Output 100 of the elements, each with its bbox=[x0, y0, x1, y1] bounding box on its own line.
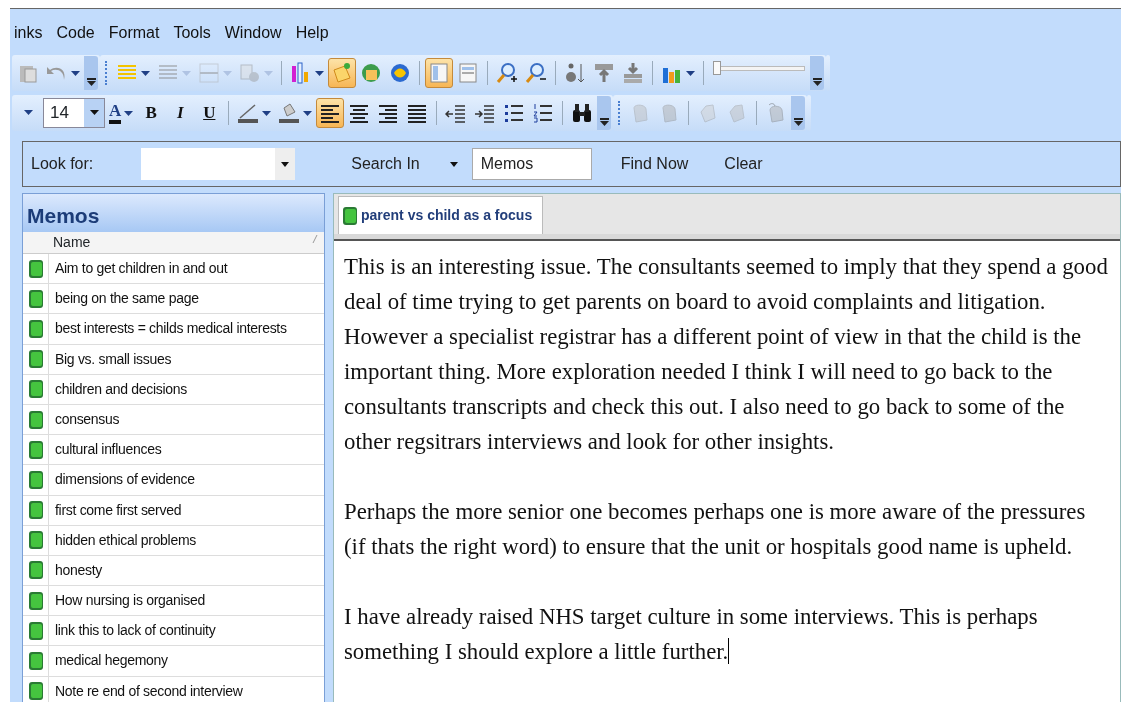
caret-icon bbox=[23, 110, 33, 116]
memo-icon bbox=[28, 682, 43, 701]
memo-link-icon bbox=[360, 62, 382, 84]
overflow-icon bbox=[793, 118, 803, 126]
pane-icon bbox=[428, 62, 450, 84]
memo-list-item[interactable]: hidden ethical problems bbox=[23, 525, 324, 556]
caret-icon bbox=[303, 111, 313, 118]
zoom-in-icon bbox=[496, 62, 518, 84]
document-tab[interactable]: parent vs child as a focus bbox=[338, 196, 544, 234]
memo-icon bbox=[28, 652, 43, 671]
memo-list-item[interactable]: consensus bbox=[23, 404, 324, 436]
zoom-out-icon bbox=[525, 62, 547, 84]
binoculars-icon bbox=[571, 102, 594, 124]
overflow-button[interactable] bbox=[84, 56, 98, 90]
caret-icon bbox=[124, 111, 134, 118]
memo-icon bbox=[28, 470, 43, 489]
align-right-icon bbox=[377, 102, 400, 124]
memo-list-item[interactable]: honesty bbox=[23, 555, 324, 587]
indent-icon bbox=[474, 102, 497, 124]
move-down-icon bbox=[622, 62, 644, 84]
clear-button[interactable]: Clear bbox=[723, 151, 764, 177]
overflow-icon bbox=[599, 118, 609, 126]
caret-icon bbox=[89, 110, 99, 116]
caret-icon bbox=[182, 71, 191, 78]
memo-icon bbox=[28, 531, 43, 550]
documents-icon bbox=[239, 62, 261, 84]
memo-list-item[interactable]: cultural influences bbox=[23, 435, 324, 466]
memo-icon bbox=[28, 501, 43, 520]
overflow-button[interactable] bbox=[597, 96, 612, 130]
caret-icon bbox=[262, 111, 272, 118]
overflow-icon bbox=[812, 78, 822, 86]
pane-icon bbox=[457, 62, 479, 84]
search-in-field[interactable]: Memos bbox=[471, 148, 592, 180]
look-for-label: Look for: bbox=[31, 154, 94, 174]
toolbar-grip[interactable] bbox=[105, 61, 109, 85]
memo-icon bbox=[28, 621, 43, 640]
toolbar-grip[interactable] bbox=[618, 101, 623, 125]
memo-list-item[interactable]: children and decisions bbox=[23, 374, 324, 405]
caret-icon bbox=[223, 71, 232, 78]
sort-icon bbox=[564, 62, 586, 84]
outdent-icon bbox=[445, 102, 468, 124]
menu-item[interactable]: Help bbox=[295, 24, 329, 41]
caret-icon bbox=[686, 71, 695, 78]
toolbar-button[interactable] bbox=[316, 98, 345, 128]
memo-list-item[interactable]: link this to lack of continuity bbox=[23, 616, 324, 647]
fill-color-icon bbox=[278, 102, 301, 124]
caret-icon bbox=[71, 71, 80, 78]
align-center-icon bbox=[348, 102, 371, 124]
memo-list-item[interactable]: Aim to get children in and out bbox=[23, 254, 324, 285]
panel-title: Memos bbox=[23, 194, 324, 232]
menu-item[interactable]: inks bbox=[14, 24, 43, 41]
find-now-button[interactable]: Find Now bbox=[619, 151, 690, 177]
overflow-button[interactable] bbox=[810, 56, 824, 90]
font-color-button[interactable]: A bbox=[106, 98, 137, 128]
move-up-icon bbox=[593, 62, 615, 84]
memo-list-item[interactable]: Big vs. small issues bbox=[23, 344, 324, 375]
memo-list-item[interactable]: best interests = childs medical interests bbox=[23, 314, 324, 345]
caret-icon bbox=[264, 71, 273, 78]
memo-paragraph: Perhaps the more senior one becomes perhaps one is more aware of the pressures (if thats the right word) to ensure that the unit or hospitals good name is upheld. bbox=[344, 498, 1087, 561]
memo-icon bbox=[28, 350, 43, 369]
memo-paragraph: I have already raised NHS target culture in some interviews. This is perhaps something I should explore a little further. bbox=[344, 603, 1039, 666]
memo-icon bbox=[28, 259, 43, 278]
memo-list-item[interactable]: How nursing is organised bbox=[23, 586, 324, 617]
menu-item[interactable]: Code bbox=[56, 24, 95, 41]
caret-icon bbox=[449, 162, 458, 168]
caret-icon bbox=[141, 71, 150, 78]
align-left-icon bbox=[319, 102, 342, 124]
column-name: Name bbox=[52, 233, 92, 252]
memo-icon bbox=[28, 380, 43, 399]
menu-item[interactable]: Window bbox=[224, 24, 282, 41]
overflow-button[interactable] bbox=[791, 96, 806, 130]
numbered-list-icon bbox=[532, 102, 555, 124]
memo-icon bbox=[28, 440, 43, 459]
font-size-field[interactable]: 14 bbox=[43, 98, 105, 128]
overflow-icon bbox=[86, 78, 96, 86]
memo-list-item[interactable]: Note re end of second interview bbox=[23, 676, 324, 702]
memo-icon bbox=[28, 319, 43, 338]
memo-icon bbox=[28, 561, 43, 580]
memo-icon bbox=[331, 62, 353, 84]
underline-button[interactable]: U bbox=[195, 98, 224, 128]
justify-icon bbox=[406, 102, 429, 124]
memo-list-item[interactable]: first come first served bbox=[23, 495, 324, 526]
memo-icon bbox=[28, 591, 43, 610]
column-header[interactable]: Name bbox=[23, 232, 324, 254]
globe-icon bbox=[389, 62, 411, 84]
italic-button[interactable]: I bbox=[166, 98, 195, 128]
memo-icon bbox=[343, 206, 357, 225]
menu-item[interactable]: Format bbox=[108, 24, 160, 41]
memo-list-item[interactable]: medical hegemony bbox=[23, 646, 324, 677]
memo-list-item[interactable]: dimensions of evidence bbox=[23, 465, 324, 496]
sort-indicator-icon bbox=[312, 234, 318, 244]
caret-icon bbox=[315, 71, 324, 78]
memo-icon bbox=[28, 410, 43, 429]
memo-paragraph: This is an interesting issue. The consultants seemed to imply that they spend a good deal of time trying to get parents on board to avoid complaints and litigation. However a specialist registrar has a different point of view in that the child is the important thing. More exploration needed I think I will need to go back to the consultants transcripts and check this out. I also need to go back to some of the other regsitrars interviews and look for other insights. bbox=[344, 253, 1109, 456]
bullet-list-icon bbox=[503, 102, 526, 124]
memo-list-item[interactable]: being on the same page bbox=[23, 284, 324, 315]
menu-item[interactable]: Tools bbox=[173, 24, 211, 41]
slider-thumb[interactable] bbox=[712, 61, 721, 75]
search-in-label: Search In bbox=[351, 154, 420, 174]
bold-button[interactable]: B bbox=[137, 98, 166, 128]
